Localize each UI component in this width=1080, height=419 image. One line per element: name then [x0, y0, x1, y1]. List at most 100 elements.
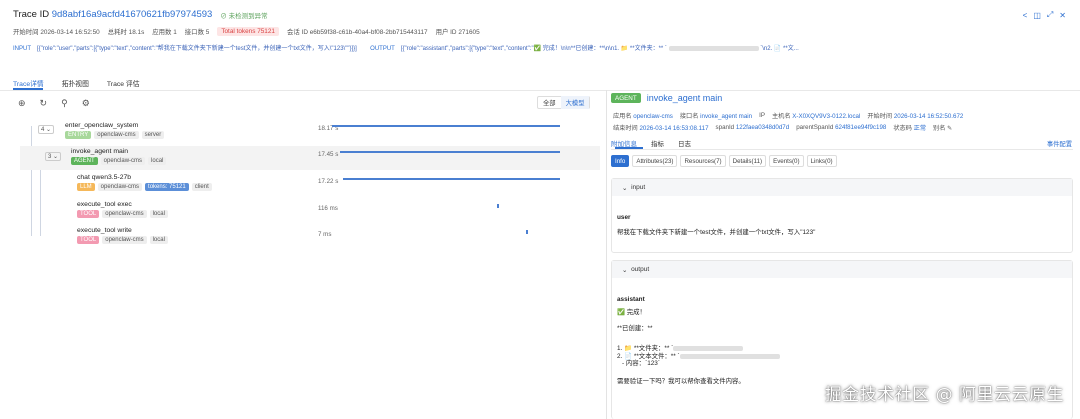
output-line: ✅ 完成！	[617, 308, 646, 316]
output-line: 1. 📁 **文件夹：** `	[617, 345, 1067, 353]
app-tag: openclaw-cms	[100, 157, 146, 165]
input-card: ⌄ input user 帮我在下载文件夹下新建一个test文件，并创建一个tx…	[611, 178, 1073, 253]
span-duration: 7 ms	[318, 231, 332, 238]
chevron-down-icon: ⌄	[622, 184, 632, 192]
main-tabs: Trace详情 拓扑视图 Trace 评估	[13, 78, 140, 88]
trace-id-label: Trace ID	[13, 9, 50, 20]
subtab-events[interactable]: Events(0)	[769, 155, 804, 167]
tab-trace-detail[interactable]: Trace详情	[13, 78, 44, 88]
app-tag: openclaw-cms	[102, 210, 147, 218]
detail-header: AGENT invoke_agent main	[611, 93, 722, 103]
subtab-info[interactable]: Info	[611, 155, 630, 167]
input-card-header[interactable]: ⌄ input	[612, 179, 1072, 196]
share-icon[interactable]: <	[1023, 11, 1028, 20]
divider	[0, 90, 1080, 91]
toggle-llm[interactable]: 大模型	[560, 96, 590, 109]
output-card-header[interactable]: ⌄ output	[612, 261, 1072, 278]
settings-icon[interactable]: ⚙	[82, 98, 90, 109]
output-line: 2. 📄 **文本文件：** `	[617, 353, 1067, 361]
kv-status: 状态码 正常	[893, 125, 927, 132]
child-count[interactable]: 4 ⌄	[38, 125, 55, 134]
span-info: invoke_agent main AGENT openclaw-cms local	[71, 148, 169, 165]
meta-interfaces: 接口数 5	[184, 29, 210, 36]
detail-subtabs: Info Attributes(23) Resources(7) Details…	[611, 155, 837, 167]
tree-row[interactable]: execute_tool write TOOL openclaw-cms local…	[20, 226, 600, 250]
detail-kv-row: 应用名 openclaw-cms 接口名 invoke_agent main I…	[613, 111, 963, 120]
span-duration: 116 ms	[318, 205, 338, 212]
span-bar	[343, 178, 560, 180]
input-value[interactable]: [{"role":"user","parts":[{"type":"text",…	[37, 46, 357, 52]
span-info: execute_tool exec TOOL openclaw-cms local	[77, 201, 171, 218]
span-name: execute_tool write	[77, 227, 132, 234]
span-name: chat qwen3.5-27b	[77, 174, 132, 181]
tree-row[interactable]: 4 ⌄ enter_openclaw_system ENTRY openclaw-…	[20, 121, 600, 145]
kv-end: 结束时间 2026-03-14 16:53:08.117	[613, 125, 709, 132]
span-bar	[332, 125, 560, 127]
tree-row[interactable]: chat qwen3.5-27b LLM openclaw-cms tokens: …	[20, 173, 600, 197]
span-info: chat qwen3.5-27b LLM openclaw-cms tokens: …	[77, 174, 215, 191]
redacted-block	[673, 345, 744, 351]
tree-row[interactable]: 3 ⌄ invoke_agent main AGENT openclaw-cms l…	[20, 146, 600, 170]
session-id: 会话 ID e6b59f38-c61b-40a4-bf08-2bb7154431…	[286, 29, 428, 36]
span-bar	[497, 204, 499, 208]
tab-logs[interactable]: 日志	[678, 138, 691, 148]
panel-divider	[606, 90, 607, 419]
output-line: **已创建：**	[617, 325, 653, 333]
target-icon[interactable]: ⊕	[18, 98, 26, 109]
detail-kv-row: 结束时间 2026-03-14 16:53:08.117 spanId 122f…	[613, 123, 952, 132]
tab-topology[interactable]: 拓扑视图	[62, 78, 89, 88]
status-badge: ⊘ 未检测到异常	[220, 12, 268, 20]
tree-row[interactable]: execute_tool exec TOOL openclaw-cms local …	[20, 200, 600, 224]
tab-metrics[interactable]: 指标	[651, 138, 664, 148]
output-value[interactable]: [{"role":"assistant","parts":[{"type":"t…	[401, 46, 667, 52]
output-line: - 内容：`123`	[622, 360, 660, 368]
subtab-links[interactable]: Links(0)	[806, 155, 837, 167]
view-toggle: 全部 大模型	[537, 96, 591, 109]
child-count[interactable]: 3 ⌄	[45, 152, 62, 161]
span-kind-tag: TOOL	[77, 236, 100, 244]
expand-icon[interactable]: ⤢	[1047, 10, 1053, 20]
kv-ip: IP	[759, 112, 765, 119]
close-icon[interactable]: ✕	[1059, 11, 1066, 20]
edit-icon[interactable]: ✎	[947, 125, 952, 132]
redacted-block	[668, 45, 759, 51]
span-kind-tag: AGENT	[71, 157, 98, 165]
trace-id-value[interactable]: 9d8abf16a9acfd41670621fb97974593	[52, 9, 213, 20]
span-kind-tag: LLM	[77, 183, 95, 191]
span-name: invoke_agent main	[71, 148, 129, 155]
span-duration: 17.22 s	[318, 178, 339, 185]
kind-tag: client	[191, 183, 212, 191]
app-tag: openclaw-cms	[94, 131, 139, 139]
tab-trace-eval[interactable]: Trace 评估	[107, 78, 140, 88]
link-icon[interactable]: ◫	[1033, 11, 1041, 20]
filter-icon[interactable]: ⚲	[61, 98, 68, 109]
span-info: execute_tool write TOOL openclaw-cms local	[77, 227, 171, 244]
span-kind-tag: ENTRY	[65, 131, 92, 139]
app-tag: openclaw-cms	[102, 236, 147, 244]
event-config-link[interactable]: 事件配置	[1047, 139, 1072, 148]
toggle-all[interactable]: 全部	[538, 96, 561, 109]
input-label: INPUT	[13, 46, 31, 52]
tokens-tag: tokens: 75121	[145, 183, 189, 191]
span-kind-tag: AGENT	[611, 93, 641, 103]
subtab-resources[interactable]: Resources(7)	[680, 155, 726, 167]
divider	[611, 149, 1073, 150]
kv-interface: 接口名 invoke_agent main	[679, 113, 753, 120]
subtab-attributes[interactable]: Attributes(23)	[632, 155, 678, 167]
user-id: 用户 ID 271605	[435, 29, 480, 36]
output-label: OUTPUT	[370, 46, 395, 52]
kv-alias: 别名 ✎	[933, 125, 953, 132]
subtab-details[interactable]: Details(11)	[728, 155, 767, 167]
span-duration: 17.45 s	[318, 151, 339, 158]
refresh-icon[interactable]: ↻	[40, 98, 48, 109]
kv-spanid: spanId 122faea0348d0d7d	[715, 124, 790, 131]
kv-host: 主机名 X-X0XQV9V3-0122.local	[771, 113, 861, 120]
span-info: enter_openclaw_system ENTRY openclaw-cms s…	[65, 122, 167, 139]
span-name: enter_openclaw_system	[65, 122, 139, 129]
span-name: execute_tool exec	[77, 201, 132, 208]
watermark: 掘金技术社区 @ 阿里云云原生	[824, 385, 1064, 405]
trace-title: Trace ID 9d8abf16a9acfd41670621fb9797459…	[13, 9, 268, 20]
input-role: user	[617, 214, 631, 221]
kv-parent: parentSpanId 624f81ee94f9c198	[796, 124, 887, 131]
kind-tag: local	[149, 210, 168, 218]
